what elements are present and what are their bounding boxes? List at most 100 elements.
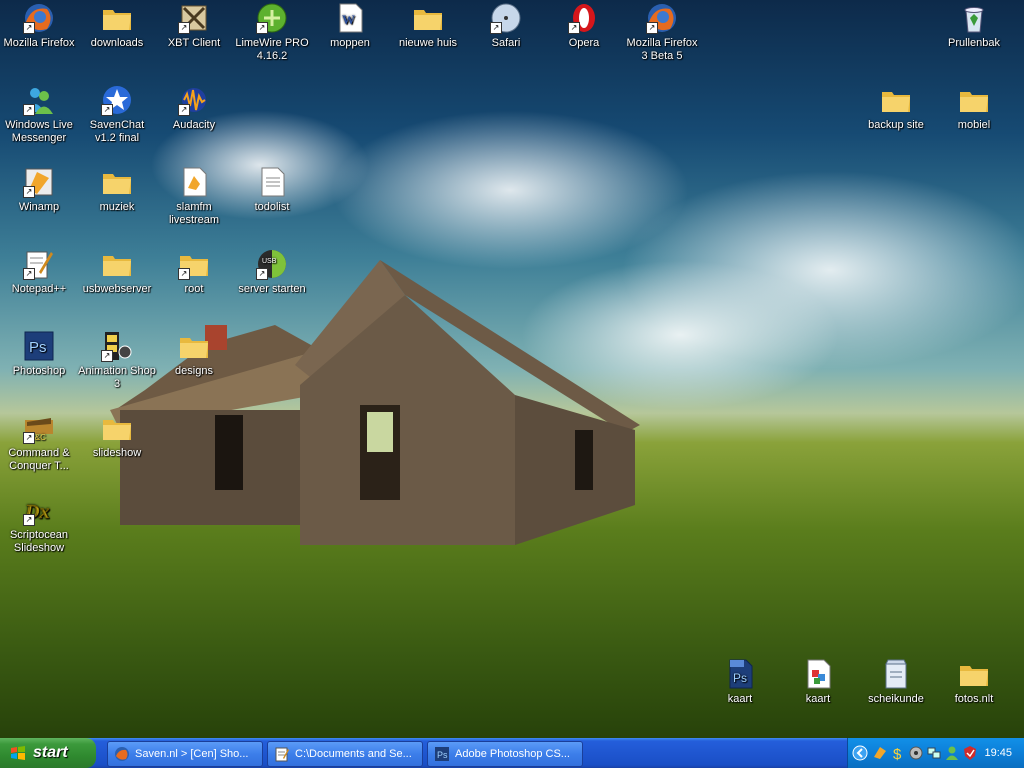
desktop-icon[interactable]: Prullenbak xyxy=(935,2,1013,50)
svg-text:Ps: Ps xyxy=(29,339,47,356)
notepad-icon xyxy=(275,747,289,762)
desktop-icon-label: Windows Live Messenger xyxy=(5,119,73,144)
desktop-icon-label: XBT Client xyxy=(167,37,221,49)
task-notepad[interactable]: C:\Documents and Se... xyxy=(267,741,423,767)
psd-file-icon: Ps xyxy=(724,658,756,690)
desktop-icon-label: root xyxy=(184,283,204,295)
system-tray: $ 19:45 xyxy=(847,738,1024,768)
desktop-icon-label: mobiel xyxy=(957,119,991,131)
desktop-icon[interactable]: todolist xyxy=(233,166,311,214)
desktop-icon[interactable]: muziek xyxy=(78,166,156,214)
task-label: Saven.nl > [Cen] Sho... xyxy=(135,748,249,760)
network-icon[interactable] xyxy=(926,745,942,761)
animation-shop-icon: ↗ xyxy=(101,330,133,362)
desktop-icon[interactable]: ↗ Safari xyxy=(467,2,545,50)
text-file-icon xyxy=(256,166,288,198)
desktop-icon-label: server starten xyxy=(238,283,306,295)
desktop-icon[interactable]: ↗ Notepad++ xyxy=(0,248,78,296)
messenger-icon: ↗ xyxy=(23,84,55,116)
desktop-icon[interactable]: ↗ Mozilla Firefox 3 Beta 5 xyxy=(623,2,701,63)
archive-icon xyxy=(880,658,912,690)
desktop-icon[interactable]: USB ↗ server starten xyxy=(233,248,311,296)
start-button[interactable]: start xyxy=(0,738,96,768)
desktop-icon[interactable]: scheikunde xyxy=(857,658,935,706)
folder-icon xyxy=(101,248,133,280)
shortcut-arrow-icon: ↗ xyxy=(178,104,190,116)
shortcut-arrow-icon: ↗ xyxy=(101,350,113,362)
image-file-icon xyxy=(802,658,834,690)
desktop-icon[interactable]: C&C ↗ Command & Conquer T... xyxy=(0,412,78,473)
stream-file-icon xyxy=(178,166,210,198)
desktop-icon[interactable]: downloads xyxy=(78,2,156,50)
desktop-icon-label: Opera xyxy=(568,37,600,49)
desktop-icon-label: nieuwe huis xyxy=(398,37,458,49)
desktop-icon[interactable]: ↗ Winamp xyxy=(0,166,78,214)
shortcut-arrow-icon: ↗ xyxy=(101,104,113,116)
winamp-icon[interactable] xyxy=(872,745,888,761)
desktop-icon[interactable]: kaart xyxy=(779,658,857,706)
security-shield-icon[interactable] xyxy=(962,745,978,761)
desktop-icon-label: backup site xyxy=(868,119,924,131)
opera-icon: ↗ xyxy=(568,2,600,34)
desktop-icon[interactable]: Dx ↗ Scriptocean Slideshow xyxy=(0,494,78,555)
desktop-icon[interactable]: ↗ Windows Live Messenger xyxy=(0,84,78,145)
desktop-icon[interactable]: ↗ Animation Shop 3 xyxy=(78,330,156,391)
folder-icon xyxy=(178,330,210,362)
desktop-icon[interactable]: ↗ root xyxy=(155,248,233,296)
desktop-icon[interactable]: nieuwe huis xyxy=(389,2,467,50)
folder-icon: ↗ xyxy=(178,248,210,280)
desktop-icon[interactable]: slamfm livestream xyxy=(155,166,233,227)
desktop-icon[interactable]: ↗ Opera xyxy=(545,2,623,50)
shortcut-arrow-icon: ↗ xyxy=(490,22,502,34)
desktop-icon[interactable]: mobiel xyxy=(935,84,1013,132)
shortcut-arrow-icon: ↗ xyxy=(178,268,190,280)
xbt-icon: ↗ xyxy=(178,2,210,34)
desktop-icon-label: kaart xyxy=(727,693,753,705)
folder-icon xyxy=(880,84,912,116)
desktop-icon[interactable]: usbwebserver xyxy=(78,248,156,296)
svg-text:W: W xyxy=(342,12,355,27)
desktop-icon[interactable]: slideshow xyxy=(78,412,156,460)
desktop-icon[interactable]: Ps kaart xyxy=(701,658,779,706)
desktop-icon[interactable]: ↗ LimeWire PRO 4.16.2 xyxy=(233,2,311,63)
desktop-icon-label: Notepad++ xyxy=(11,283,67,295)
clock[interactable]: 19:45 xyxy=(984,738,1012,768)
dollar-icon[interactable]: $ xyxy=(890,745,906,761)
desktop-icon[interactable]: ↗ Mozilla Firefox xyxy=(0,2,78,50)
messenger-icon[interactable] xyxy=(944,745,960,761)
desktop-icon-label: Photoshop xyxy=(12,365,66,377)
desktop-icon[interactable]: ↗ SavenChat v1.2 final xyxy=(78,84,156,145)
shortcut-arrow-icon: ↗ xyxy=(646,22,658,34)
svg-text:$: $ xyxy=(893,746,902,761)
desktop-icon[interactable]: designs xyxy=(155,330,233,378)
desktop-icon[interactable]: backup site xyxy=(857,84,935,132)
desktop-icon-label: Command & Conquer T... xyxy=(8,447,70,472)
svg-text:USB: USB xyxy=(262,258,277,265)
notepad-icon: ↗ xyxy=(23,248,55,280)
desktop-icon[interactable]: ↗ Audacity xyxy=(155,84,233,132)
folder-icon xyxy=(412,2,444,34)
desktop-icon[interactable]: fotos.nlt xyxy=(935,658,1013,706)
star-icon: ↗ xyxy=(101,84,133,116)
shortcut-arrow-icon: ↗ xyxy=(256,22,268,34)
desktop-icon-label: scheikunde xyxy=(868,693,924,705)
svg-text:Ps: Ps xyxy=(437,750,448,760)
task-photoshop[interactable]: Ps Adobe Photoshop CS... xyxy=(427,741,583,767)
chevron-left-icon[interactable] xyxy=(852,745,868,761)
desktop-icon-label: downloads xyxy=(90,37,144,49)
task-firefox[interactable]: Saven.nl > [Cen] Sho... xyxy=(107,741,263,767)
desktop-icon[interactable]: ↗ XBT Client xyxy=(155,2,233,50)
desktop-icon[interactable]: Wmoppen xyxy=(311,2,389,50)
folder-icon xyxy=(101,166,133,198)
firefox-icon: ↗ xyxy=(23,2,55,34)
desktop-icon[interactable]: Ps Photoshop xyxy=(0,330,78,378)
photoshop-icon: Ps xyxy=(435,747,449,761)
task-label: C:\Documents and Se... xyxy=(295,748,412,760)
desktop-icon-label: fotos.nlt xyxy=(954,693,994,705)
desktop-icon-label: Mozilla Firefox xyxy=(3,37,75,49)
shortcut-arrow-icon: ↗ xyxy=(23,432,35,444)
folder-icon xyxy=(101,2,133,34)
safari-icon: ↗ xyxy=(490,2,522,34)
farmhouse-image xyxy=(110,260,640,545)
speaker-icon[interactable] xyxy=(908,745,924,761)
